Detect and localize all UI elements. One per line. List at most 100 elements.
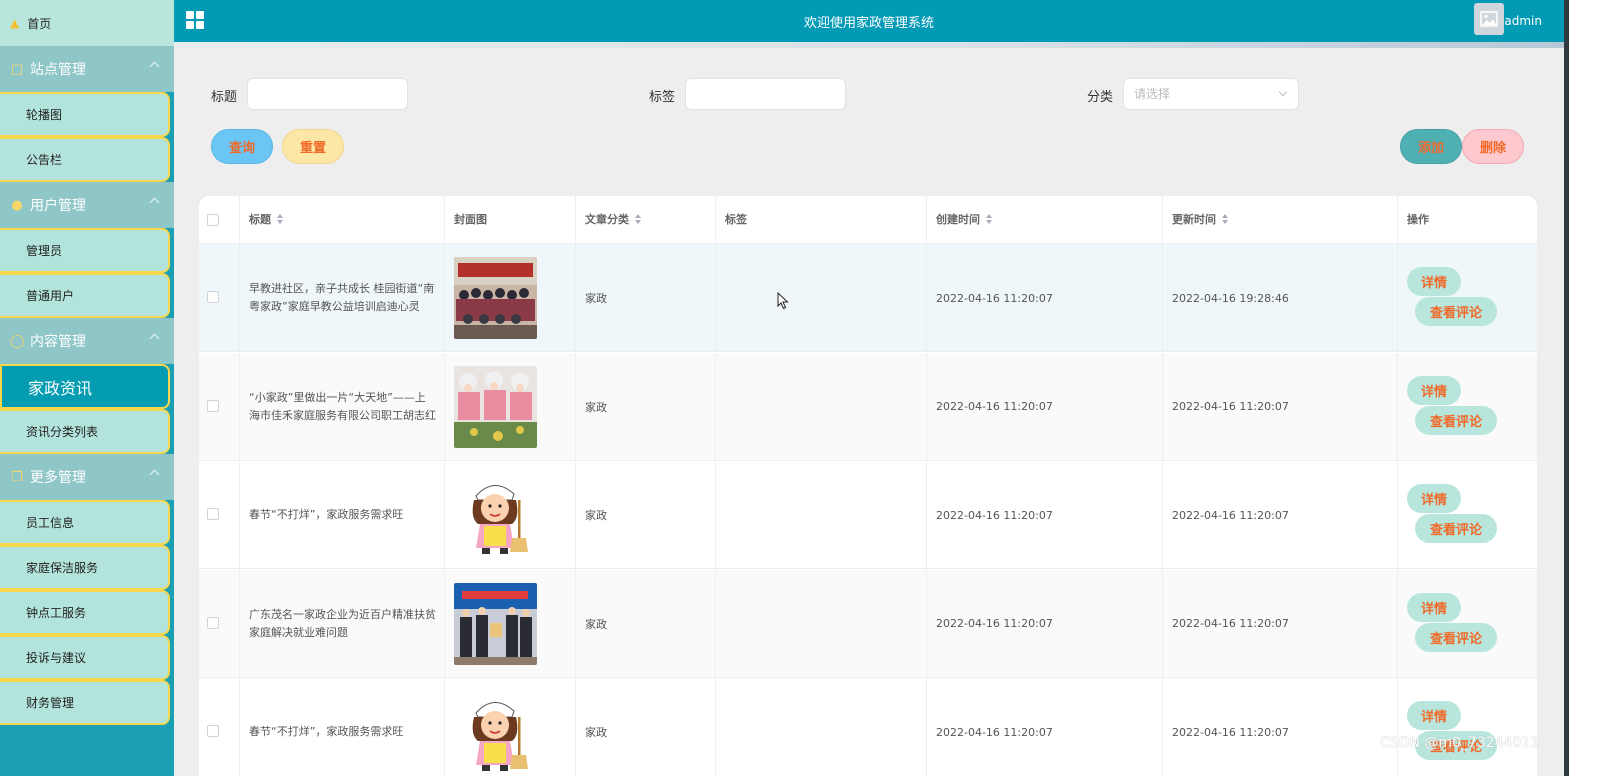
cover-image	[454, 582, 537, 665]
sidebar-item-label: 管理员	[26, 244, 63, 258]
user-icon: ●	[11, 197, 23, 213]
view-comments-button[interactable]: 查看评论	[1415, 622, 1497, 652]
reset-button[interactable]: 重置	[282, 129, 344, 164]
created-cell: 2022-04-16 11:20:07	[927, 569, 1163, 678]
row-created: 2022-04-16 11:20:07	[936, 617, 1053, 630]
chevron-up-icon	[149, 469, 160, 480]
row-updated: 2022-04-16 11:20:07	[1172, 400, 1289, 413]
page-scrollbar[interactable]	[1564, 0, 1598, 776]
image-icon	[1480, 11, 1498, 27]
title-cell: “小家政”里做出一片“大天地”——上海市佳禾家庭服务有限公司职工胡志红	[240, 352, 445, 461]
add-button[interactable]: 添加	[1400, 129, 1462, 164]
select-all-cell	[199, 196, 240, 244]
column-header-category[interactable]: 文章分类	[576, 196, 716, 244]
row-checkbox[interactable]	[207, 291, 219, 303]
row-title: 春节“不打烊”，家政服务需求旺	[249, 508, 404, 521]
actions-cell: 详情 查看评论	[1398, 461, 1537, 569]
column-header-title[interactable]: 标题	[240, 196, 445, 244]
select-all-checkbox[interactable]	[207, 214, 219, 226]
category-placeholder: 请选择	[1134, 87, 1171, 101]
category-filter-select[interactable]: 请选择	[1123, 78, 1299, 110]
cover-cell	[445, 244, 576, 352]
view-comments-button[interactable]: 查看评论	[1415, 297, 1497, 326]
sidebar-item-admins[interactable]: 管理员	[0, 228, 170, 273]
sort-icon[interactable]	[635, 214, 643, 224]
avatar[interactable]	[1474, 3, 1504, 35]
sidebar-item-cleaning[interactable]: 家庭保洁服务	[0, 545, 170, 590]
sidebar-group-users[interactable]: ● 用户管理	[0, 182, 174, 228]
row-created: 2022-04-16 11:20:07	[936, 291, 1053, 305]
sidebar-group-content[interactable]: ◯ 内容管理	[0, 318, 174, 364]
sort-icon[interactable]	[986, 214, 994, 224]
row-checkbox[interactable]	[207, 725, 219, 737]
sidebar-item-hourly[interactable]: 钟点工服务	[0, 590, 170, 635]
sidebar-item-label: 公告栏	[26, 153, 63, 167]
sidebar-item-staff[interactable]: 员工信息	[0, 500, 170, 545]
table-header: 标题 封面图 文章分类 标签 创建时间 更新时间 操作	[199, 196, 1537, 244]
row-checkbox[interactable]	[207, 508, 219, 520]
column-header-updated[interactable]: 更新时间	[1163, 196, 1398, 244]
detail-button[interactable]: 详情	[1407, 375, 1461, 405]
search-button[interactable]: 查询	[211, 129, 273, 164]
row-updated: 2022-04-16 11:20:07	[1172, 725, 1289, 739]
sidebar-item-label: 钟点工服务	[26, 606, 87, 620]
select-cell	[199, 352, 240, 461]
row-category: 家政	[585, 726, 607, 739]
tag-filter-input[interactable]	[685, 78, 846, 110]
actions-cell: 详情 查看评论	[1398, 244, 1537, 352]
column-label: 标题	[249, 213, 271, 226]
detail-button[interactable]: 详情	[1407, 592, 1461, 622]
sidebar-item-label: 员工信息	[26, 516, 75, 530]
sidebar-item-notice[interactable]: 公告栏	[0, 137, 170, 182]
watermark: CSDN @m0_73244011	[1380, 735, 1540, 751]
detail-button[interactable]: 详情	[1407, 701, 1461, 730]
detail-button[interactable]: 详情	[1407, 484, 1461, 513]
row-checkbox[interactable]	[207, 616, 219, 629]
sidebar-group-label: 站点管理	[30, 62, 86, 78]
row-checkbox[interactable]	[207, 399, 219, 412]
sidebar: ▲ 首页 □ 站点管理 轮播图 公告栏 ● 用户管理 管理员 普通用户 ◯ 内容…	[0, 0, 174, 776]
copy-icon: ❐	[11, 469, 23, 485]
sidebar-item-normal-users[interactable]: 普通用户	[0, 273, 170, 318]
row-title: 广东茂名一家政企业为近百户精准扶贫家庭解决就业难问题	[249, 607, 436, 639]
sidebar-group-more[interactable]: ❐ 更多管理	[0, 454, 174, 500]
username[interactable]: admin	[1504, 14, 1542, 28]
chevron-up-icon	[149, 197, 160, 208]
column-label: 文章分类	[585, 213, 629, 226]
sidebar-item-complaints[interactable]: 投诉与建议	[0, 635, 170, 680]
created-cell: 2022-04-16 11:20:07	[927, 678, 1163, 776]
sort-icon[interactable]	[1222, 214, 1230, 224]
category-filter-label: 分类	[1087, 90, 1114, 105]
tag-cell	[716, 244, 927, 352]
row-category: 家政	[585, 617, 607, 631]
delete-button[interactable]: 删除	[1462, 129, 1524, 164]
view-comments-button[interactable]: 查看评论	[1415, 514, 1497, 543]
updated-cell: 2022-04-16 11:20:07	[1163, 352, 1398, 461]
actions-cell: 详情 查看评论	[1398, 353, 1537, 461]
view-comments-button[interactable]: 查看评论	[1415, 405, 1497, 435]
updated-cell: 2022-04-16 11:20:07	[1163, 569, 1398, 678]
tag-cell	[716, 461, 927, 569]
sort-icon[interactable]	[277, 214, 285, 224]
mouse-cursor-icon	[777, 292, 789, 310]
category-cell: 家政	[576, 678, 716, 776]
detail-button[interactable]: 详情	[1407, 267, 1461, 296]
cover-cell	[445, 352, 576, 461]
column-header-created[interactable]: 创建时间	[927, 196, 1163, 244]
row-title: “小家政”里做出一片“大天地”——上海市佳禾家庭服务有限公司职工胡志红	[249, 390, 436, 422]
sidebar-group-site[interactable]: □ 站点管理	[0, 46, 174, 92]
sidebar-item-news-categories[interactable]: 资讯分类列表	[0, 409, 170, 454]
sidebar-item-home[interactable]: ▲ 首页	[0, 0, 174, 46]
row-created: 2022-04-16 11:20:07	[936, 508, 1053, 522]
title-filter-input[interactable]	[247, 78, 408, 110]
sidebar-item-label: 首页	[27, 16, 52, 31]
table-row: 春节“不打烊”，家政服务需求旺 家政 2022-04-16 11:20:07 2022…	[199, 461, 1537, 569]
row-created: 2022-04-16 11:20:07	[936, 725, 1053, 739]
sidebar-item-news[interactable]: 家政资讯	[0, 364, 170, 409]
row-title: 春节“不打烊”，家政服务需求旺	[249, 725, 404, 738]
sidebar-item-finance[interactable]: 财务管理	[0, 680, 170, 725]
sidebar-item-carousel[interactable]: 轮播图	[0, 92, 170, 137]
sidebar-item-label: 投诉与建议	[26, 651, 87, 665]
title-cell: 广东茂名一家政企业为近百户精准扶贫家庭解决就业难问题	[240, 569, 445, 678]
row-title: 早教进社区，亲子共成长 桂园街道“南粤家政”家庭早教公益培训启迪心灵	[249, 282, 435, 313]
